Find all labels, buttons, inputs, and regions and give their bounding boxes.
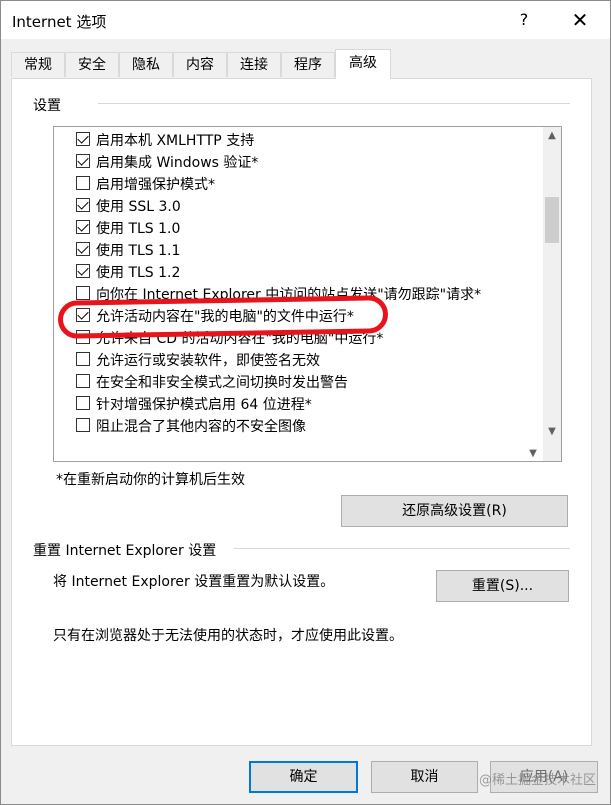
list-item-label: 启用本机 XMLHTTP 支持	[96, 133, 255, 149]
list-item[interactable]: 允许运行或安装软件，即使签名无效	[54, 348, 544, 370]
list-item-label: 向你在 Internet Explorer 中访问的站点发送"请勿跟踪"请求*	[96, 287, 482, 303]
scroll-corner-down-icon[interactable]: ▼	[524, 445, 542, 463]
scroll-up-icon[interactable]: ▲	[543, 127, 561, 145]
settings-list[interactable]: 启用本机 XMLHTTP 支持 启用集成 Windows 验证* 启用增强保护模…	[53, 126, 562, 462]
reset-description: 将 Internet Explorer 设置重置为默认设置。	[53, 574, 335, 590]
list-item[interactable]: 向你在 Internet Explorer 中访问的站点发送"请勿跟踪"请求*	[54, 282, 544, 304]
reset-button[interactable]: 重置(S)...	[436, 570, 569, 602]
tab-privacy[interactable]: 隐私	[119, 52, 173, 77]
tab-advanced[interactable]: 高级	[335, 49, 391, 79]
advanced-tab-panel: 设置 启用本机 XMLHTTP 支持 启用集成 Windows 验证* 启用增强…	[11, 78, 592, 746]
restore-advanced-settings-button[interactable]: 还原高级设置(R)	[341, 495, 568, 527]
list-item-label: 在安全和非安全模式之间切换时发出警告	[96, 375, 348, 391]
vertical-scrollbar[interactable]: ▲ ▼	[543, 127, 561, 461]
checkbox[interactable]	[76, 396, 90, 410]
checkbox[interactable]	[76, 132, 90, 146]
settings-group-divider	[98, 103, 570, 104]
list-item[interactable]: 阻止混合了其他内容的不安全图像	[54, 414, 544, 436]
list-item-label: 允许活动内容在"我的电脑"的文件中运行*	[96, 309, 354, 325]
list-item[interactable]: 针对增强保护模式启用 64 位进程*	[54, 392, 544, 414]
checkbox[interactable]	[76, 308, 90, 322]
checkbox[interactable]	[76, 154, 90, 168]
restart-note: *在重新启动你的计算机后生效	[56, 472, 245, 488]
list-item[interactable]: 在安全和非安全模式之间切换时发出警告	[54, 370, 544, 392]
scroll-down-icon[interactable]: ▼	[543, 423, 561, 441]
checkbox[interactable]	[76, 242, 90, 256]
tab-programs[interactable]: 程序	[281, 52, 335, 77]
list-item[interactable]: 使用 TLS 1.2	[54, 260, 544, 282]
tab-general[interactable]: 常规	[11, 52, 65, 77]
ok-button[interactable]: 确定	[249, 761, 358, 793]
list-item-label: 启用集成 Windows 验证*	[96, 155, 259, 171]
cancel-button[interactable]: 取消	[371, 761, 478, 793]
list-item[interactable]: 使用 TLS 1.0	[54, 216, 544, 238]
settings-group-title: 设置	[33, 95, 67, 115]
internet-options-dialog: Internet 选项 ? ✕ 常规 安全 隐私 内容 连接 程序 高级 设置 …	[0, 0, 611, 805]
tab-security[interactable]: 安全	[65, 52, 119, 77]
watermark: @稀土掘金技术社区	[479, 773, 597, 788]
title-bar: Internet 选项 ? ✕	[1, 1, 610, 39]
scrollbar-thumb[interactable]	[545, 197, 559, 243]
list-item-label: 使用 TLS 1.1	[96, 243, 181, 259]
list-item[interactable]: 启用增强保护模式*	[54, 172, 544, 194]
tab-connections[interactable]: 连接	[227, 52, 281, 77]
tab-content[interactable]: 内容	[173, 52, 227, 77]
list-item-label: 使用 TLS 1.2	[96, 265, 181, 281]
checkbox[interactable]	[76, 198, 90, 212]
list-item[interactable]: 使用 SSL 3.0	[54, 194, 544, 216]
reset-warning: 只有在浏览器处于无法使用的状态时，才应使用此设置。	[53, 628, 403, 644]
list-item[interactable]: 允许活动内容在"我的电脑"的文件中运行*	[54, 304, 544, 326]
list-item[interactable]: 使用 TLS 1.1	[54, 238, 544, 260]
checkbox[interactable]	[76, 220, 90, 234]
checkbox[interactable]	[76, 374, 90, 388]
checkbox[interactable]	[76, 286, 90, 300]
list-item[interactable]: 启用集成 Windows 验证*	[54, 150, 544, 172]
list-item[interactable]: 启用本机 XMLHTTP 支持	[54, 128, 544, 150]
list-item-label: 使用 TLS 1.0	[96, 221, 181, 237]
list-item-label: 允许运行或安装软件，即使签名无效	[96, 353, 320, 369]
list-item-label: 允许来自 CD 的活动内容在"我的电脑"中运行*	[96, 331, 384, 347]
checkbox[interactable]	[76, 176, 90, 190]
checkbox[interactable]	[76, 418, 90, 432]
checkbox[interactable]	[76, 264, 90, 278]
help-icon[interactable]: ?	[511, 7, 537, 33]
checkbox[interactable]	[76, 330, 90, 344]
list-item-label: 针对增强保护模式启用 64 位进程*	[96, 397, 312, 413]
reset-group-divider	[234, 548, 570, 549]
checkbox[interactable]	[76, 352, 90, 366]
list-item[interactable]: 允许来自 CD 的活动内容在"我的电脑"中运行*	[54, 326, 544, 348]
list-item-label: 启用增强保护模式*	[96, 177, 215, 193]
list-item-label: 阻止混合了其他内容的不安全图像	[96, 419, 306, 435]
window-title: Internet 选项	[12, 13, 107, 31]
reset-group-title: 重置 Internet Explorer 设置	[33, 540, 223, 560]
list-item-label: 使用 SSL 3.0	[96, 199, 181, 215]
close-icon[interactable]: ✕	[567, 7, 593, 33]
